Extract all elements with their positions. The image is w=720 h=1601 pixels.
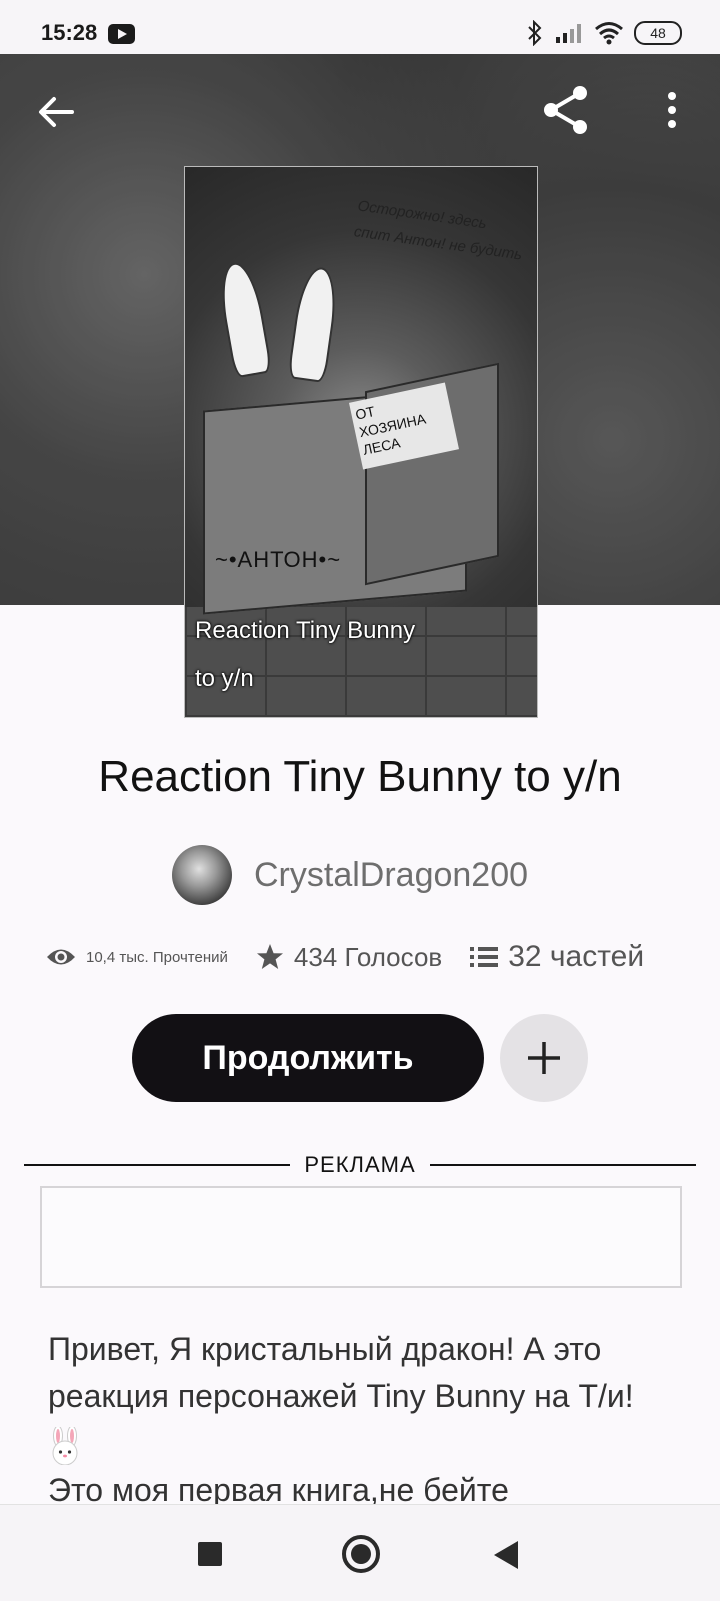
signal-icon bbox=[556, 24, 581, 43]
more-vertical-icon bbox=[668, 92, 676, 128]
cover-box-name: ~•АНТОН•~ bbox=[215, 547, 342, 572]
story-title: Reaction Tiny Bunny to y/n bbox=[98, 752, 622, 801]
cover-title: Reaction Tiny Bunny to y/n bbox=[195, 607, 415, 703]
reads-count: 10,4 тыс. Прочтений bbox=[86, 948, 228, 966]
status-icons: 48 bbox=[526, 20, 682, 46]
rabbit-face-emoji-icon bbox=[48, 1425, 82, 1466]
author-row[interactable]: CrystalDragon200 bbox=[172, 845, 528, 905]
recent-apps-icon[interactable] bbox=[198, 1542, 222, 1566]
cover-title-line1: Reaction Tiny Bunny bbox=[195, 617, 416, 644]
author-name[interactable]: CrystalDragon200 bbox=[254, 856, 528, 895]
status-bar: 15:28 48 bbox=[0, 0, 720, 54]
votes-stat: 434 Голосов bbox=[256, 942, 442, 973]
eye-icon bbox=[47, 949, 75, 965]
home-icon[interactable] bbox=[342, 1535, 380, 1573]
back-triangle-icon[interactable] bbox=[494, 1541, 518, 1569]
parts-stat[interactable]: 32 частей bbox=[470, 940, 644, 974]
story-stats: 10,4 тыс. Прочтений 434 Голосов 32 часте… bbox=[46, 940, 686, 974]
share-icon bbox=[544, 86, 587, 134]
description-line1: Привет, Я кристальный дракон! А это реак… bbox=[48, 1331, 634, 1414]
reads-stat: 10,4 тыс. Прочтений bbox=[46, 946, 228, 968]
add-to-library-button[interactable] bbox=[500, 1014, 588, 1102]
ad-label: РЕКЛАМА bbox=[304, 1152, 416, 1177]
youtube-icon bbox=[108, 24, 135, 44]
list-icon bbox=[470, 947, 499, 967]
parts-count[interactable]: 32 частей bbox=[508, 940, 644, 974]
bluetooth-icon bbox=[528, 20, 542, 46]
wifi-icon bbox=[595, 22, 623, 45]
share-button[interactable] bbox=[540, 84, 592, 136]
votes-count: 434 Голосов bbox=[293, 941, 443, 972]
battery-indicator: 48 bbox=[634, 21, 682, 45]
book-cover[interactable]: Осторожно! здесь спит Антон! не будить О… bbox=[184, 166, 538, 718]
arrow-left-icon bbox=[39, 97, 74, 127]
plus-icon bbox=[528, 1042, 560, 1074]
author-avatar[interactable] bbox=[172, 845, 232, 905]
bunny-ear-right bbox=[287, 264, 341, 384]
star-icon bbox=[256, 944, 283, 969]
status-time: 15:28 bbox=[41, 20, 98, 45]
back-button[interactable] bbox=[34, 90, 78, 134]
cover-title-line2: to y/n bbox=[195, 665, 254, 692]
system-nav-bar bbox=[0, 1504, 720, 1601]
more-options-button[interactable] bbox=[660, 88, 684, 132]
cover-handwritten-note: Осторожно! здесь спит Антон! не будить bbox=[352, 197, 524, 264]
continue-reading-button[interactable]: Продолжить bbox=[132, 1014, 484, 1102]
ad-banner[interactable] bbox=[40, 1186, 682, 1288]
story-description: Привет, Я кристальный дракон! А это реак… bbox=[48, 1326, 678, 1514]
bunny-ear-left bbox=[215, 259, 273, 379]
